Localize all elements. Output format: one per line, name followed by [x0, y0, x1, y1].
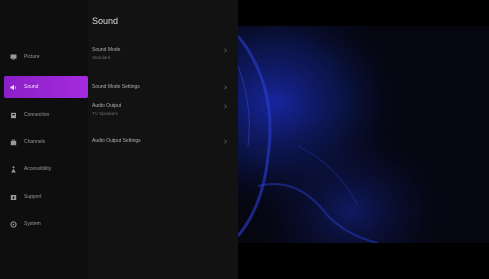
- option-label: Audio Output Settings: [92, 138, 141, 144]
- sidebar-item-label: Sound: [24, 84, 39, 90]
- audio-output-settings-option[interactable]: Audio Output Settings: [92, 138, 232, 144]
- chevron-right-icon: [224, 85, 228, 90]
- tv-settings-screen: Picture Sound Connection Channels Access: [0, 0, 489, 279]
- sidebar-item-label: Accessibility: [24, 166, 52, 172]
- sidebar-item-system[interactable]: System: [0, 213, 88, 235]
- sound-mode-settings-option[interactable]: Sound Mode Settings: [92, 84, 232, 90]
- chevron-right-icon: [224, 104, 228, 109]
- accessibility-icon: [10, 165, 17, 173]
- speaker-icon: [10, 84, 17, 91]
- sidebar-item-accessibility[interactable]: Accessibility: [0, 158, 88, 180]
- page-title: Sound: [92, 16, 119, 26]
- sidebar-item-label: System: [24, 221, 41, 227]
- sidebar-item-sound[interactable]: Sound: [4, 76, 88, 98]
- sidebar-item-label: Channels: [24, 139, 46, 145]
- option-value: Standard: [92, 55, 111, 60]
- option-label: Sound Mode: [92, 47, 121, 53]
- sidebar-item-picture[interactable]: Picture: [0, 46, 88, 68]
- sidebar-item-channels[interactable]: Channels: [0, 131, 88, 153]
- chevron-right-icon: [224, 139, 228, 144]
- sidebar-item-support[interactable]: Support: [0, 186, 88, 208]
- background-artwork: [238, 26, 489, 243]
- option-value: TV Speakers: [92, 111, 119, 116]
- sidebar-item-label: Support: [24, 194, 42, 200]
- connection-icon: [10, 112, 17, 119]
- settings-category-rail: Picture Sound Connection Channels Access: [0, 0, 88, 279]
- sound-mode-option[interactable]: Sound Mode Standard: [92, 47, 232, 60]
- picture-icon: [10, 54, 17, 61]
- audio-output-option[interactable]: Audio Output TV Speakers: [92, 103, 232, 116]
- sidebar-item-label: Connection: [24, 112, 50, 118]
- support-icon: [10, 194, 17, 201]
- chevron-right-icon: [224, 48, 228, 53]
- sidebar-item-connection[interactable]: Connection: [0, 104, 88, 126]
- sidebar-item-label: Picture: [24, 54, 40, 60]
- sound-settings-panel: Sound Sound Mode Standard Sound Mode Set…: [88, 0, 238, 279]
- option-label: Sound Mode Settings: [92, 84, 140, 90]
- system-icon: [10, 220, 17, 228]
- channels-icon: [10, 138, 17, 146]
- option-label: Audio Output: [92, 103, 122, 109]
